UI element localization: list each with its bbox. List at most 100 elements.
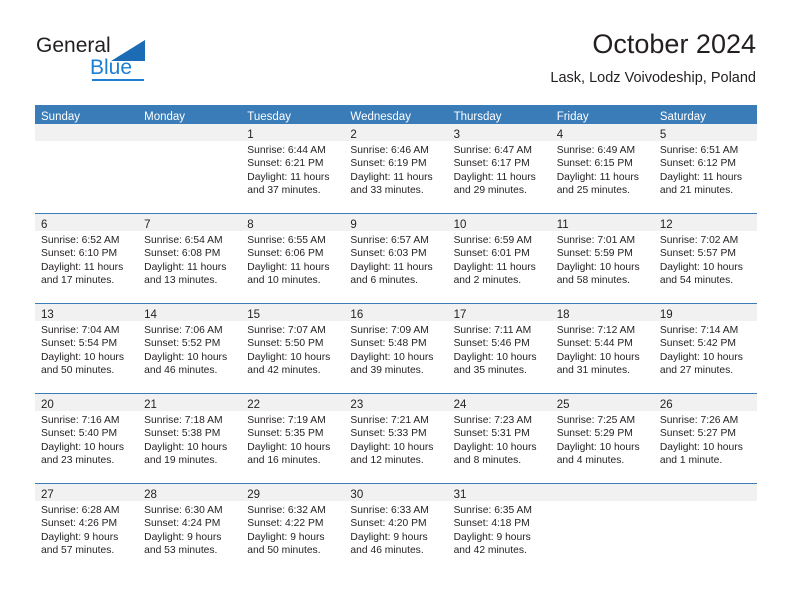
day-number-band: 21 [138,394,242,411]
day-number: 23 [350,399,364,411]
day-cell-4[interactable]: 4 Sunrise: 6:49 AM Sunset: 6:15 PM Daylight… [550,124,654,213]
day-cell-24[interactable]: 24 Sunrise: 7:23 AM Sunset: 5:31 PM Dayligh… [447,394,551,483]
day-cell-empty [653,484,757,573]
day-details: Sunrise: 6:46 AM Sunset: 6:19 PM Daylight:… [344,141,447,198]
day-cell-empty [550,484,654,573]
sunset-time: Sunset: 4:18 PM [453,518,530,530]
day-cell-16[interactable]: 16 Sunrise: 7:09 AM Sunset: 5:48 PM Dayligh… [344,304,448,393]
day-cell-31[interactable]: 31 Sunrise: 6:35 AM Sunset: 4:18 PM Dayligh… [447,484,551,573]
day-cell-15[interactable]: 15 Sunrise: 7:07 AM Sunset: 5:50 PM Dayligh… [241,304,345,393]
sunset-time: Sunset: 5:40 PM [41,428,118,440]
day-cell-19[interactable]: 19 Sunrise: 7:14 AM Sunset: 5:42 PM Dayligh… [653,304,757,393]
page-header: General Blue October 2024 Lask, Lodz Voi… [0,0,792,100]
general-blue-logo: General Blue [36,34,186,84]
daylight-duration-line1: Daylight: 10 hours [556,441,640,453]
sunrise-time: Sunrise: 7:25 AM [556,415,636,426]
day-cell-7[interactable]: 7 Sunrise: 6:54 AM Sunset: 6:08 PM Daylight… [138,214,242,303]
weekday-header-wednesday: Wednesday [350,111,411,123]
day-cell-17[interactable]: 17 Sunrise: 7:11 AM Sunset: 5:46 PM Dayligh… [447,304,551,393]
sunset-time: Sunset: 6:19 PM [350,158,427,170]
calendar-page: General Blue October 2024 Lask, Lodz Voi… [0,0,792,612]
daylight-duration-line2: and 42 minutes. [453,545,527,557]
day-details: Sunrise: 7:23 AM Sunset: 5:31 PM Daylight:… [448,411,551,468]
day-number-band: 8 [241,214,345,231]
day-number: 29 [247,489,261,501]
day-number: 6 [41,219,48,231]
daylight-duration-line2: and 29 minutes. [453,185,527,197]
day-cell-22[interactable]: 22 Sunrise: 7:19 AM Sunset: 5:35 PM Dayligh… [241,394,345,483]
day-number-band: 11 [550,214,654,231]
day-cell-10[interactable]: 10 Sunrise: 6:59 AM Sunset: 6:01 PM Dayligh… [447,214,551,303]
daylight-duration-line1: Daylight: 11 hours [556,171,639,183]
day-details: Sunrise: 7:12 AM Sunset: 5:44 PM Daylight:… [551,321,654,378]
day-number: 17 [453,309,467,321]
sunset-time: Sunset: 5:54 PM [41,338,118,350]
daylight-duration-line1: Daylight: 11 hours [247,171,330,183]
day-cell-13[interactable]: 13 Sunrise: 7:04 AM Sunset: 5:54 PM Dayligh… [35,304,139,393]
day-cell-12[interactable]: 12 Sunrise: 7:02 AM Sunset: 5:57 PM Dayligh… [653,214,757,303]
sunset-time: Sunset: 6:17 PM [453,158,530,170]
day-number: 11 [556,219,569,231]
day-number-band: 18 [550,304,654,321]
sunset-time: Sunset: 5:59 PM [556,248,633,260]
sunrise-time: Sunrise: 7:07 AM [247,325,326,336]
daylight-duration-line2: and 53 minutes. [144,545,218,557]
day-cell-30[interactable]: 30 Sunrise: 6:33 AM Sunset: 4:20 PM Dayligh… [344,484,448,573]
day-details: Sunrise: 7:25 AM Sunset: 5:29 PM Daylight:… [551,411,654,468]
daylight-duration-line2: and 50 minutes. [247,545,321,557]
day-cell-23[interactable]: 23 Sunrise: 7:21 AM Sunset: 5:33 PM Dayligh… [344,394,448,483]
daylight-duration-line1: Daylight: 10 hours [144,441,228,453]
day-number-band: 5 [653,124,757,141]
day-number: 13 [41,309,54,321]
sunset-time: Sunset: 5:48 PM [350,338,427,350]
day-cell-3[interactable]: 3 Sunrise: 6:47 AM Sunset: 6:17 PM Daylight… [447,124,551,213]
day-cell-25[interactable]: 25 Sunrise: 7:25 AM Sunset: 5:29 PM Dayligh… [550,394,654,483]
day-details: Sunrise: 6:44 AM Sunset: 6:21 PM Daylight:… [241,141,344,198]
day-number-band: 2 [344,124,448,141]
day-cell-26[interactable]: 26 Sunrise: 7:26 AM Sunset: 5:27 PM Dayligh… [653,394,757,483]
sunset-time: Sunset: 4:20 PM [350,518,427,530]
day-cell-27[interactable]: 27 Sunrise: 6:28 AM Sunset: 4:26 PM Dayligh… [35,484,139,573]
day-cell-11[interactable]: 11 Sunrise: 7:01 AM Sunset: 5:59 PM Dayligh… [550,214,654,303]
sunset-time: Sunset: 5:50 PM [247,338,324,350]
day-cell-18[interactable]: 18 Sunrise: 7:12 AM Sunset: 5:44 PM Dayligh… [550,304,654,393]
day-number: 28 [144,489,157,501]
daylight-duration-line1: Daylight: 10 hours [144,351,228,363]
day-number: 27 [41,489,54,501]
sunrise-time: Sunrise: 7:19 AM [247,415,326,426]
day-cell-28[interactable]: 28 Sunrise: 6:30 AM Sunset: 4:24 PM Dayligh… [138,484,242,573]
sunrise-time: Sunrise: 6:54 AM [144,235,223,246]
sunrise-time: Sunrise: 7:26 AM [659,415,739,426]
day-number-band: 9 [344,214,448,231]
sunset-time: Sunset: 5:44 PM [556,338,633,350]
daylight-duration-line1: Daylight: 10 hours [453,441,537,453]
day-cell-8[interactable]: 8 Sunrise: 6:55 AM Sunset: 6:06 PM Daylight… [241,214,345,303]
day-cell-1[interactable]: 1 Sunrise: 6:44 AM Sunset: 6:21 PM Daylight… [241,124,345,213]
day-number-band: 15 [241,304,345,321]
day-number-band: 24 [447,394,551,411]
day-cell-21[interactable]: 21 Sunrise: 7:18 AM Sunset: 5:38 PM Dayligh… [138,394,242,483]
day-details: Sunrise: 7:26 AM Sunset: 5:27 PM Daylight:… [654,411,757,468]
daylight-duration-line2: and 33 minutes. [350,185,424,197]
daylight-duration-line1: Daylight: 11 hours [144,261,227,273]
day-cell-29[interactable]: 29 Sunrise: 6:32 AM Sunset: 4:22 PM Dayligh… [241,484,345,573]
day-number-band: 20 [35,394,139,411]
day-cell-20[interactable]: 20 Sunrise: 7:16 AM Sunset: 5:40 PM Dayligh… [35,394,139,483]
day-cell-14[interactable]: 14 Sunrise: 7:06 AM Sunset: 5:52 PM Dayligh… [138,304,242,393]
day-cell-6[interactable]: 6 Sunrise: 6:52 AM Sunset: 6:10 PM Daylight… [35,214,139,303]
daylight-duration-line1: Daylight: 10 hours [350,441,434,453]
daylight-duration-line2: and 12 minutes. [350,455,424,467]
sunrise-time: Sunrise: 6:57 AM [350,235,429,246]
sunrise-time: Sunrise: 7:04 AM [41,325,120,336]
sunrise-time: Sunrise: 6:35 AM [453,505,532,516]
sunset-time: Sunset: 6:01 PM [453,248,530,260]
day-cell-9[interactable]: 9 Sunrise: 6:57 AM Sunset: 6:03 PM Daylight… [344,214,448,303]
daylight-duration-line1: Daylight: 9 hours [144,531,222,543]
day-number-band: 6 [35,214,139,231]
daylight-duration-line2: and 39 minutes. [350,365,424,377]
day-cell-5[interactable]: 5 Sunrise: 6:51 AM Sunset: 6:12 PM Daylight… [653,124,757,213]
day-number: 3 [453,129,460,141]
day-cell-2[interactable]: 2 Sunrise: 6:46 AM Sunset: 6:19 PM Daylight… [344,124,448,213]
day-number-band: 1 [241,124,345,141]
day-number: 2 [350,129,357,141]
